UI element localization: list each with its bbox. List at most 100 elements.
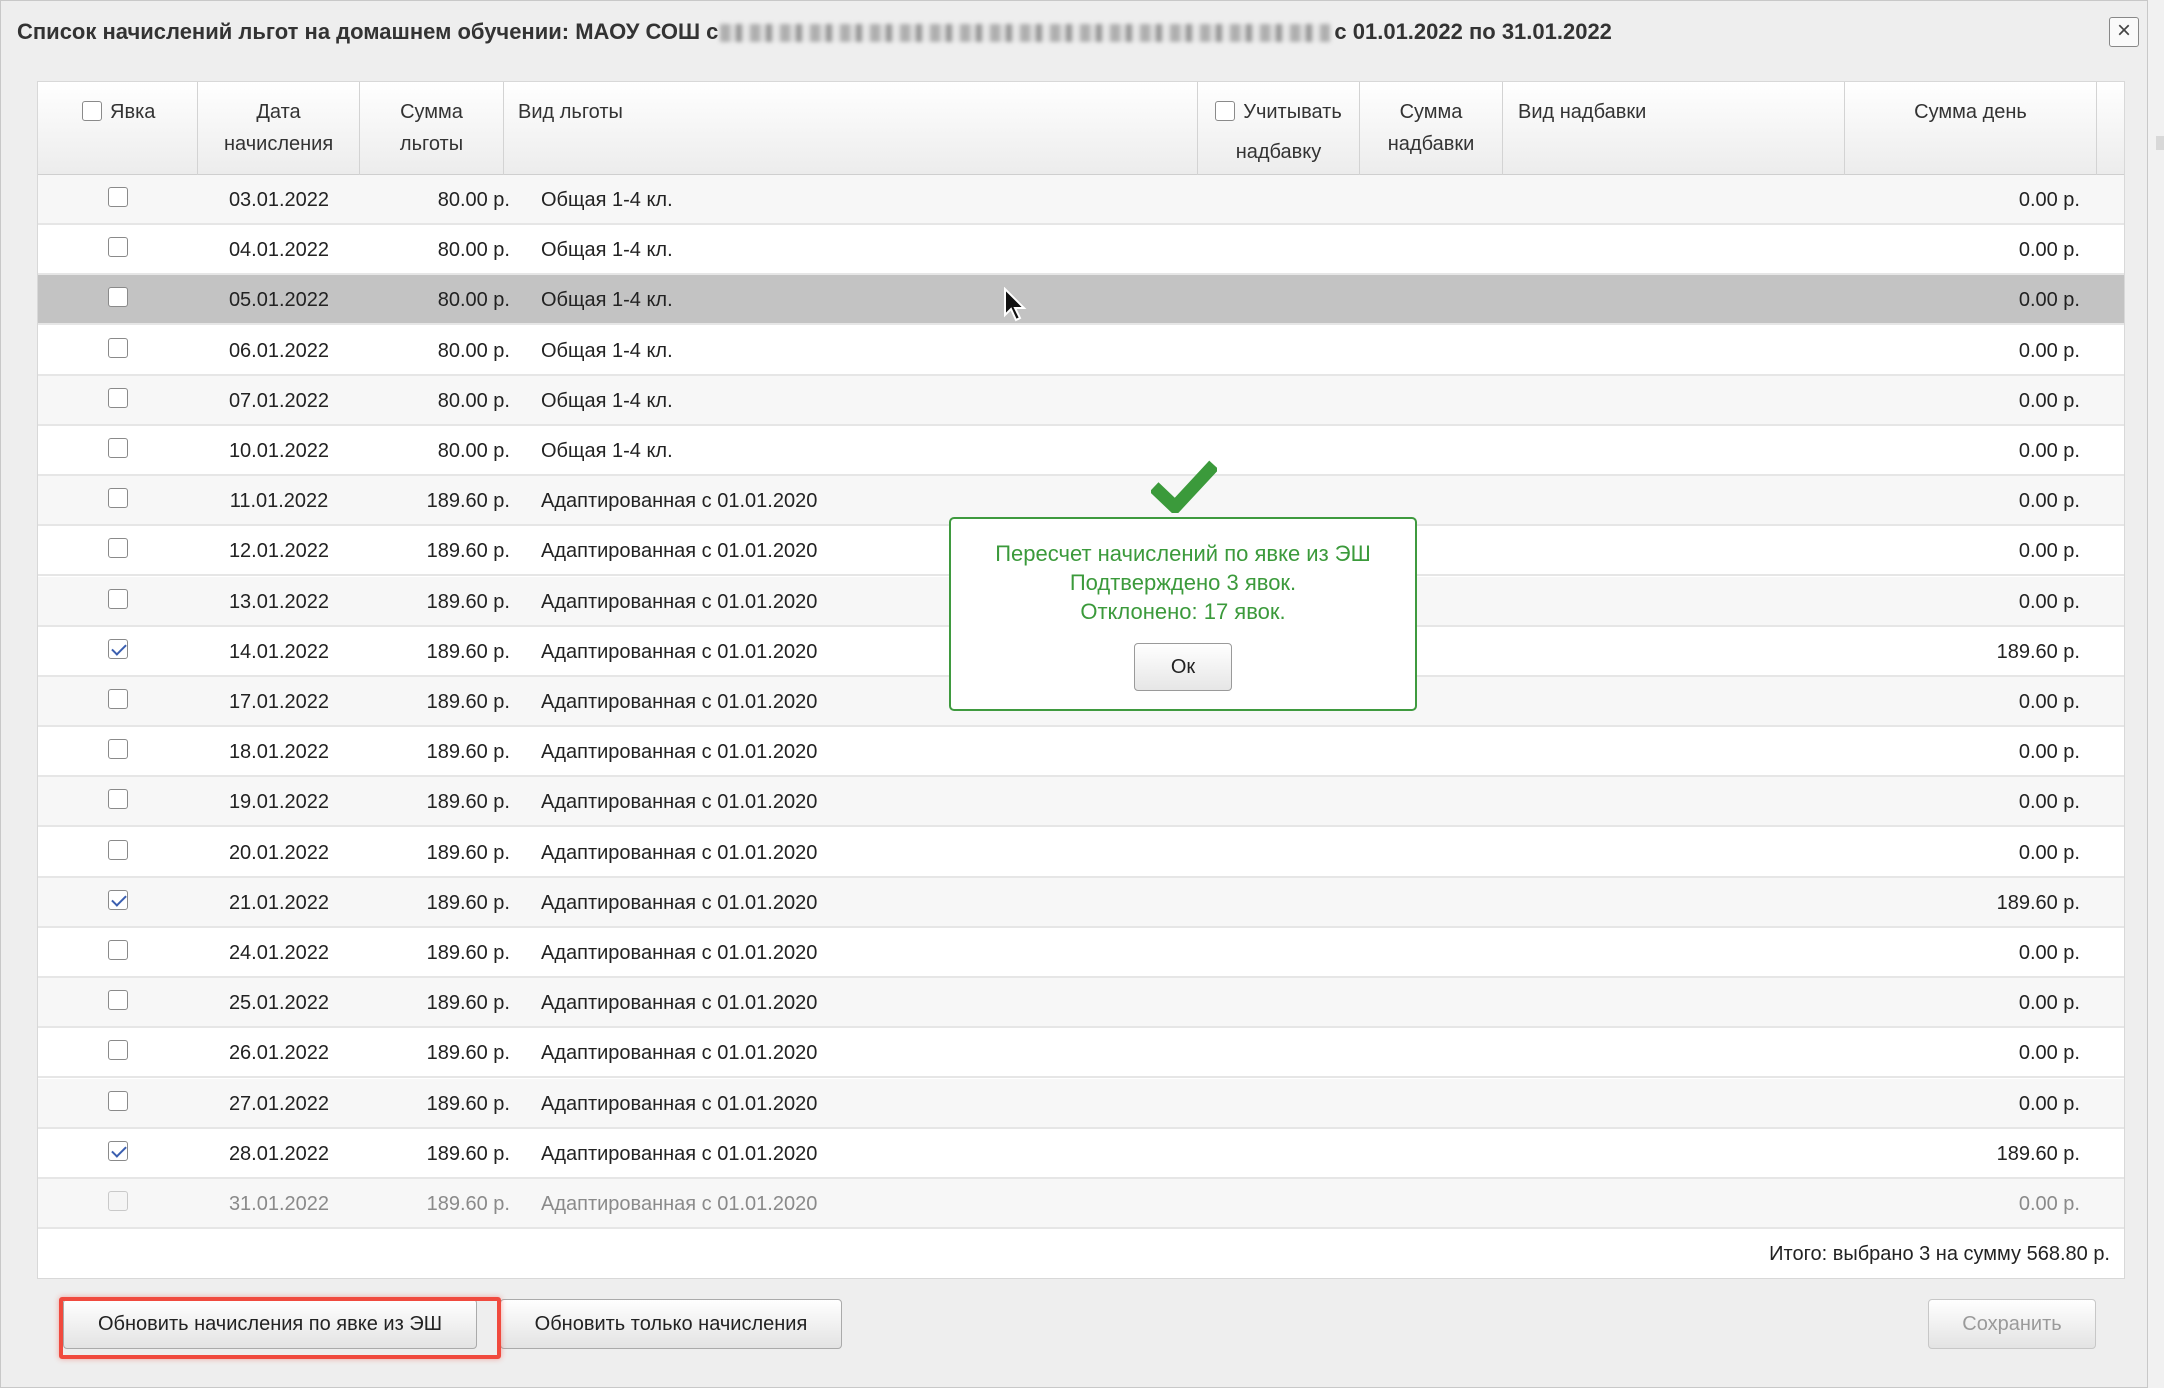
benefit-kind-cell: Адаптированная с 01.01.2020 — [541, 791, 818, 814]
day-sum-cell: 0.00 р. — [2018, 339, 2080, 362]
table-row[interactable]: 31.01.2022 189.60 р. Адаптированная с 01.0… — [38, 1179, 2124, 1229]
day-sum-cell: 0.00 р. — [2018, 189, 2080, 211]
benefit-kind-cell: Адаптированная с 01.01.2020 — [541, 942, 818, 964]
attendance-cell — [38, 928, 198, 978]
benefit-kind-cell: Общая 1-4 кл. — [541, 289, 673, 312]
table-row[interactable]: 07.01.2022 80.00 р. Общая 1-4 кл. 0.00 р. — [38, 375, 2124, 426]
attendance-checkbox[interactable] — [108, 839, 128, 860]
attendance-checkbox[interactable] — [108, 337, 128, 358]
benefit-sum-cell: 189.60 р. — [426, 540, 510, 563]
accrual-date-cell: 24.01.2022 — [228, 942, 330, 964]
table-row[interactable]: 27.01.2022 189.60 р. Адаптированная с 01.0… — [38, 1078, 2124, 1129]
benefit-sum-cell: 189.60 р. — [426, 992, 510, 1015]
table-row[interactable]: 06.01.2022 80.00 р. Общая 1-4 кл. 0.00 р. — [38, 326, 2124, 376]
attendance-checkbox[interactable] — [108, 1040, 128, 1061]
benefit-kind-cell: Адаптированная с 01.01.2020 — [541, 741, 818, 764]
attendance-checkbox[interactable] — [108, 488, 128, 509]
table-row[interactable]: 21.01.2022 189.60 р. Адаптированная с 01.0… — [38, 877, 2124, 928]
checkmark-icon — [1151, 460, 1217, 513]
dialog-title: Список начислений льгот на домашнем обуч… — [1, 1, 2147, 63]
benefit-kind-cell: Адаптированная с 01.01.2020 — [541, 841, 818, 864]
table-row[interactable]: 24.01.2022 189.60 р. Адаптированная с 01.0… — [38, 928, 2124, 978]
attendance-cell — [38, 1028, 198, 1078]
benefit-kind-cell: Адаптированная с 01.01.2020 — [541, 1092, 818, 1115]
attendance-checkbox[interactable] — [108, 1140, 128, 1161]
table-row[interactable]: 04.01.2022 80.00 р. Общая 1-4 кл. 0.00 р. — [38, 225, 2124, 276]
table-row[interactable]: 19.01.2022 189.60 р. Адаптированная с 01.0… — [38, 777, 2124, 828]
attendance-checkbox[interactable] — [108, 940, 128, 960]
header-date[interactable]: Дата начисления — [198, 82, 360, 175]
close-icon[interactable]: × — [2109, 17, 2139, 47]
table-row[interactable]: 26.01.2022 189.60 р. Адаптированная с 01.0… — [38, 1028, 2124, 1079]
attendance-cell — [38, 225, 198, 275]
attendance-checkbox[interactable] — [108, 889, 128, 910]
accrual-date-cell: 27.01.2022 — [228, 1092, 330, 1115]
attendance-cell — [38, 1129, 198, 1179]
accrual-date-cell: 28.01.2022 — [228, 1142, 330, 1165]
save-button[interactable]: Сохранить — [1928, 1299, 2096, 1349]
benefit-sum-cell: 189.60 р. — [426, 942, 510, 964]
header-benefit-kind[interactable]: Вид льготы — [504, 82, 1198, 175]
scrollbar[interactable] — [2156, 136, 2164, 150]
attendance-checkbox[interactable] — [108, 387, 128, 408]
attendance-checkbox[interactable] — [108, 187, 128, 207]
benefit-sum-cell: 189.60 р. — [426, 791, 510, 814]
table-row[interactable]: 18.01.2022 189.60 р. Адаптированная с 01.0… — [38, 727, 2124, 778]
benefit-sum-cell: 189.60 р. — [426, 1042, 510, 1065]
accrual-date-cell: 10.01.2022 — [228, 440, 330, 462]
select-all-attendance-checkbox[interactable] — [82, 101, 102, 121]
attendance-cell — [38, 1179, 198, 1229]
day-sum-cell: 0.00 р. — [2018, 791, 2080, 814]
benefit-sum-cell: 80.00 р. — [437, 239, 510, 262]
attendance-checkbox[interactable] — [108, 287, 128, 308]
table-row[interactable]: 10.01.2022 80.00 р. Общая 1-4 кл. 0.00 р. — [38, 426, 2124, 476]
attendance-checkbox[interactable] — [108, 739, 128, 760]
table-header: Явка Дата начисления Сумма льготы Вид ль… — [38, 82, 2124, 175]
consider-surcharge-all-checkbox[interactable] — [1215, 101, 1236, 121]
table-row[interactable]: 20.01.2022 189.60 р. Адаптированная с 01.0… — [38, 828, 2124, 878]
attendance-checkbox[interactable] — [108, 689, 128, 709]
benefit-kind-cell: Общая 1-4 кл. — [541, 239, 673, 262]
accrual-date-cell: 21.01.2022 — [228, 891, 330, 914]
table-row[interactable]: 25.01.2022 189.60 р. Адаптированная с 01.0… — [38, 978, 2124, 1029]
header-surcharge-kind[interactable]: Вид надбавки — [1503, 82, 1845, 175]
dialog-title-prefix: Список начислений льгот на домашнем обуч… — [17, 19, 719, 44]
accrual-date-cell: 06.01.2022 — [228, 339, 330, 362]
attendance-checkbox[interactable] — [108, 237, 128, 258]
attendance-cell — [38, 677, 198, 727]
day-sum-cell: 0.00 р. — [2018, 440, 2080, 462]
attendance-checkbox[interactable] — [108, 588, 128, 609]
attendance-checkbox[interactable] — [108, 990, 128, 1011]
accrual-date-cell: 11.01.2022 — [229, 490, 329, 513]
accrual-date-cell: 18.01.2022 — [228, 741, 330, 764]
attendance-cell — [38, 828, 198, 878]
benefit-sum-cell: 189.60 р. — [426, 490, 510, 513]
attendance-cell — [38, 426, 198, 476]
table-row[interactable]: 05.01.2022 80.00 р. Общая 1-4 кл. 0.00 р. — [38, 275, 2124, 326]
header-day-sum[interactable]: Сумма день — [1845, 82, 2097, 175]
day-sum-cell: 0.00 р. — [2018, 741, 2080, 764]
accrual-date-cell: 12.01.2022 — [228, 540, 330, 563]
table-row[interactable]: 28.01.2022 189.60 р. Адаптированная с 01.0… — [38, 1129, 2124, 1179]
update-by-attendance-button[interactable]: Обновить начисления по явке из ЭШ — [63, 1299, 477, 1349]
header-consider-surcharge-label: Учитывать надбавку — [1235, 101, 1342, 163]
attendance-checkbox[interactable] — [108, 1090, 128, 1111]
attendance-checkbox[interactable] — [108, 538, 128, 559]
attendance-cell — [38, 627, 198, 677]
table-row[interactable]: 03.01.2022 80.00 р. Общая 1-4 кл. 0.00 р. — [38, 175, 2124, 225]
update-only-accruals-button[interactable]: Обновить только начисления — [500, 1299, 842, 1349]
day-sum-cell: 0.00 р. — [2018, 1092, 2080, 1115]
header-surcharge-sum[interactable]: Сумма надбавки — [1360, 82, 1503, 175]
header-benefit-sum[interactable]: Сумма льготы — [360, 82, 504, 175]
attendance-checkbox[interactable] — [108, 638, 128, 659]
attendance-checkbox[interactable] — [108, 438, 128, 458]
recalculation-result-popup: Пересчет начислений по явке из ЭШ Подтве… — [949, 517, 1417, 711]
header-attendance: Явка — [38, 82, 198, 175]
popup-ok-button[interactable]: Ок — [1134, 643, 1232, 691]
header-consider-surcharge: Учитывать надбавку — [1198, 82, 1360, 175]
attendance-checkbox[interactable] — [108, 789, 128, 810]
day-sum-cell: 0.00 р. — [2018, 590, 2080, 613]
benefit-kind-cell: Адаптированная с 01.01.2020 — [541, 1142, 818, 1165]
dialog-title-suffix: с 01.01.2022 по 31.01.2022 — [1334, 19, 1612, 44]
accruals-dialog: Список начислений льгот на домашнем обуч… — [0, 0, 2148, 1388]
